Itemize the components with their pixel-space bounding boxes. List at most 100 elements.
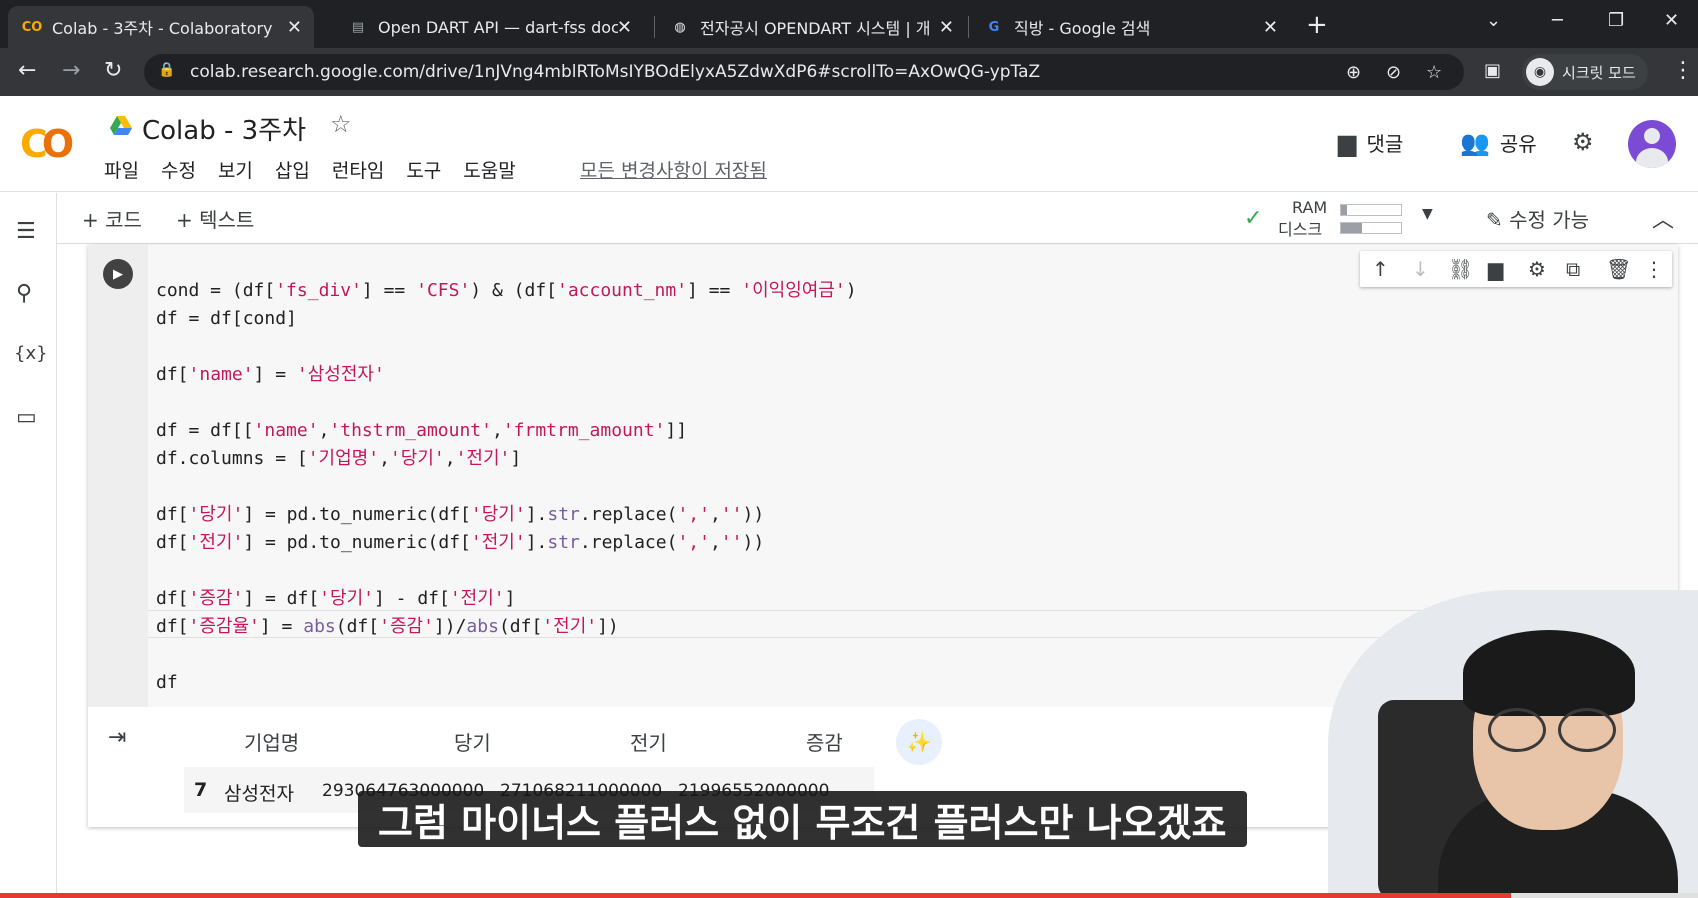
ram-usage-fill — [1341, 205, 1347, 215]
column-header: 기업명 — [244, 731, 300, 755]
output-icon[interactable]: ⇥ — [108, 725, 126, 750]
variables-icon[interactable]: {x} — [14, 343, 48, 364]
video-progress-bar[interactable] — [0, 893, 1698, 898]
incognito-profile[interactable]: ◉ 시크릿 모드 — [1522, 54, 1648, 90]
restore-icon[interactable]: ❐ — [1608, 10, 1624, 31]
bookmark-star-icon[interactable]: ☆ — [1426, 62, 1442, 83]
avatar-head — [1644, 128, 1660, 144]
minimize-icon[interactable]: ─ — [1552, 10, 1563, 31]
disk-label: 디스크 — [1278, 220, 1323, 239]
menu-bar: 파일 수정 보기 삽입 런타임 도구 도움말 — [104, 156, 538, 183]
tab-title: 직방 - Google 검색 — [1014, 19, 1151, 38]
webcam-overlay — [1328, 590, 1698, 898]
add-text-button[interactable]: + 텍스트 — [176, 204, 254, 233]
ram-usage-bar — [1340, 204, 1402, 216]
book-icon: ▤ — [351, 19, 365, 35]
star-icon[interactable]: ☆ — [330, 110, 352, 138]
cell-toolbar: ↑ ↓ ⛓ ▆ ⚙ ⧉ 🗑 ⋮ — [1360, 251, 1672, 287]
reload-icon[interactable]: ↻ — [104, 58, 122, 83]
chevron-down-icon[interactable]: ▼ — [1422, 206, 1433, 222]
avatar[interactable] — [1628, 120, 1676, 168]
resource-indicator[interactable]: ✓ RAM 디스크 ▼ — [1240, 198, 1440, 239]
zoom-icon[interactable]: ⊕ — [1346, 62, 1361, 83]
move-down-icon[interactable]: ↓ — [1412, 257, 1429, 281]
save-status[interactable]: 모든 변경사항이 저장됨 — [580, 156, 767, 183]
colab-logo[interactable]: CO — [20, 122, 74, 166]
browser-tab-bar: CO Colab - 3주차 - Colaboratory ✕ ▤ Open D… — [0, 0, 1698, 48]
column-header: 당기 — [454, 731, 491, 755]
code-line: df['전기'] = pd.to_numeric(df['전기'].str.re… — [156, 532, 765, 553]
column-header: 증감 — [806, 731, 843, 755]
code-line: df['name'] = '삼성전자' — [156, 364, 385, 385]
colab-header: CO Colab - 3주차 ☆ 파일 수정 보기 삽입 런타임 도구 도움말 … — [0, 96, 1698, 192]
cell-name: 삼성전자 — [224, 783, 294, 805]
tab-opendart[interactable]: ◍ 전자공시 OPENDART 시스템 | 개 ✕ — [656, 6, 966, 48]
menu-view[interactable]: 보기 — [218, 156, 253, 183]
tab-title: Colab - 3주차 - Colaboratory — [52, 19, 273, 38]
search-icon[interactable]: ⚲ — [16, 281, 32, 306]
gear-icon: ⚙ — [1572, 128, 1594, 156]
magic-wand-icon[interactable]: ✨ — [896, 719, 942, 765]
menu-insert[interactable]: 삽입 — [275, 156, 310, 183]
more-icon[interactable]: ⋮ — [1644, 257, 1664, 281]
tab-google-search[interactable]: G 직방 - Google 검색 ✕ — [970, 6, 1290, 48]
people-icon: 👥 — [1460, 128, 1490, 157]
menu-edit[interactable]: 수정 — [161, 156, 196, 183]
delete-icon[interactable]: 🗑 — [1606, 257, 1631, 281]
gear-icon[interactable]: ⚙ — [1528, 257, 1546, 281]
row-index: 7 — [194, 779, 208, 801]
move-up-icon[interactable]: ↑ — [1372, 257, 1389, 281]
edit-mode-button[interactable]: ✎ 수정 가능 — [1486, 204, 1589, 233]
new-tab-icon[interactable]: + — [1306, 10, 1328, 40]
browser-menu-icon[interactable]: ⋮ — [1672, 58, 1694, 83]
close-tab-icon[interactable]: ✕ — [1263, 17, 1278, 38]
lock-icon[interactable]: 🔒 — [158, 62, 175, 78]
column-header: 전기 — [630, 731, 667, 755]
code-line: df.columns = ['기업명','당기','전기'] — [156, 448, 522, 469]
notebook-title[interactable]: Colab - 3주차 — [142, 110, 306, 147]
menu-tools[interactable]: 도구 — [406, 156, 441, 183]
address-bar[interactable]: 🔒 colab.research.google.com/drive/1nJVng… — [144, 54, 1464, 90]
url-text[interactable]: colab.research.google.com/drive/1nJVng4m… — [190, 62, 1040, 82]
tab-separator — [654, 16, 655, 38]
glasses-left — [1488, 708, 1546, 752]
tab-dart-fss[interactable]: ▤ Open DART API — dart-fss doc ✕ — [334, 6, 644, 48]
side-panel-icon[interactable]: ▣ — [1484, 60, 1501, 81]
notebook-toolbar: + 코드 + 텍스트 ✓ RAM 디스크 ▼ ✎ 수정 가능 ︿ — [0, 192, 1698, 244]
comment-icon[interactable]: ▆ — [1488, 257, 1503, 281]
tab-search-icon[interactable]: ⌄ — [1486, 10, 1501, 31]
ram-label: RAM — [1292, 198, 1328, 217]
close-window-icon[interactable]: ✕ — [1664, 10, 1679, 31]
menu-runtime[interactable]: 런타임 — [332, 156, 384, 183]
share-button[interactable]: 👥 공유 — [1460, 128, 1537, 157]
chevron-up-icon[interactable]: ︿ — [1652, 202, 1674, 234]
folder-icon[interactable]: ▭ — [16, 405, 37, 430]
back-icon[interactable]: ← — [18, 58, 36, 83]
menu-file[interactable]: 파일 — [104, 156, 139, 183]
forward-icon[interactable]: → — [62, 58, 80, 83]
settings-button[interactable]: ⚙ — [1572, 128, 1594, 156]
tab-colab[interactable]: CO Colab - 3주차 - Colaboratory ✕ — [8, 6, 314, 48]
mirror-cell-icon[interactable]: ⧉ — [1566, 257, 1580, 281]
add-code-button[interactable]: + 코드 — [82, 204, 142, 233]
close-tab-icon[interactable]: ✕ — [617, 17, 632, 38]
drive-icon — [110, 116, 132, 135]
link-icon[interactable]: ⛓ — [1448, 257, 1473, 281]
comment-icon: ▆ — [1338, 128, 1357, 157]
glasses-right — [1558, 708, 1616, 752]
code-line: df = df[cond] — [156, 308, 297, 329]
avatar-body — [1636, 148, 1668, 168]
table-of-contents-icon[interactable]: ☰ — [16, 219, 36, 244]
tracking-blocked-icon[interactable]: ⊘ — [1386, 62, 1401, 83]
cell-gutter: ▶ — [88, 245, 148, 707]
close-tab-icon[interactable]: ✕ — [939, 17, 954, 38]
run-cell-button[interactable]: ▶ — [103, 259, 133, 289]
close-tab-icon[interactable]: ✕ — [287, 17, 302, 38]
menu-help[interactable]: 도움말 — [463, 156, 515, 183]
check-icon: ✓ — [1244, 206, 1263, 231]
code-editor[interactable]: cond = (df['fs_div'] == 'CFS') & (df['ac… — [156, 277, 857, 697]
comment-button[interactable]: ▆ 댓글 — [1338, 128, 1403, 157]
